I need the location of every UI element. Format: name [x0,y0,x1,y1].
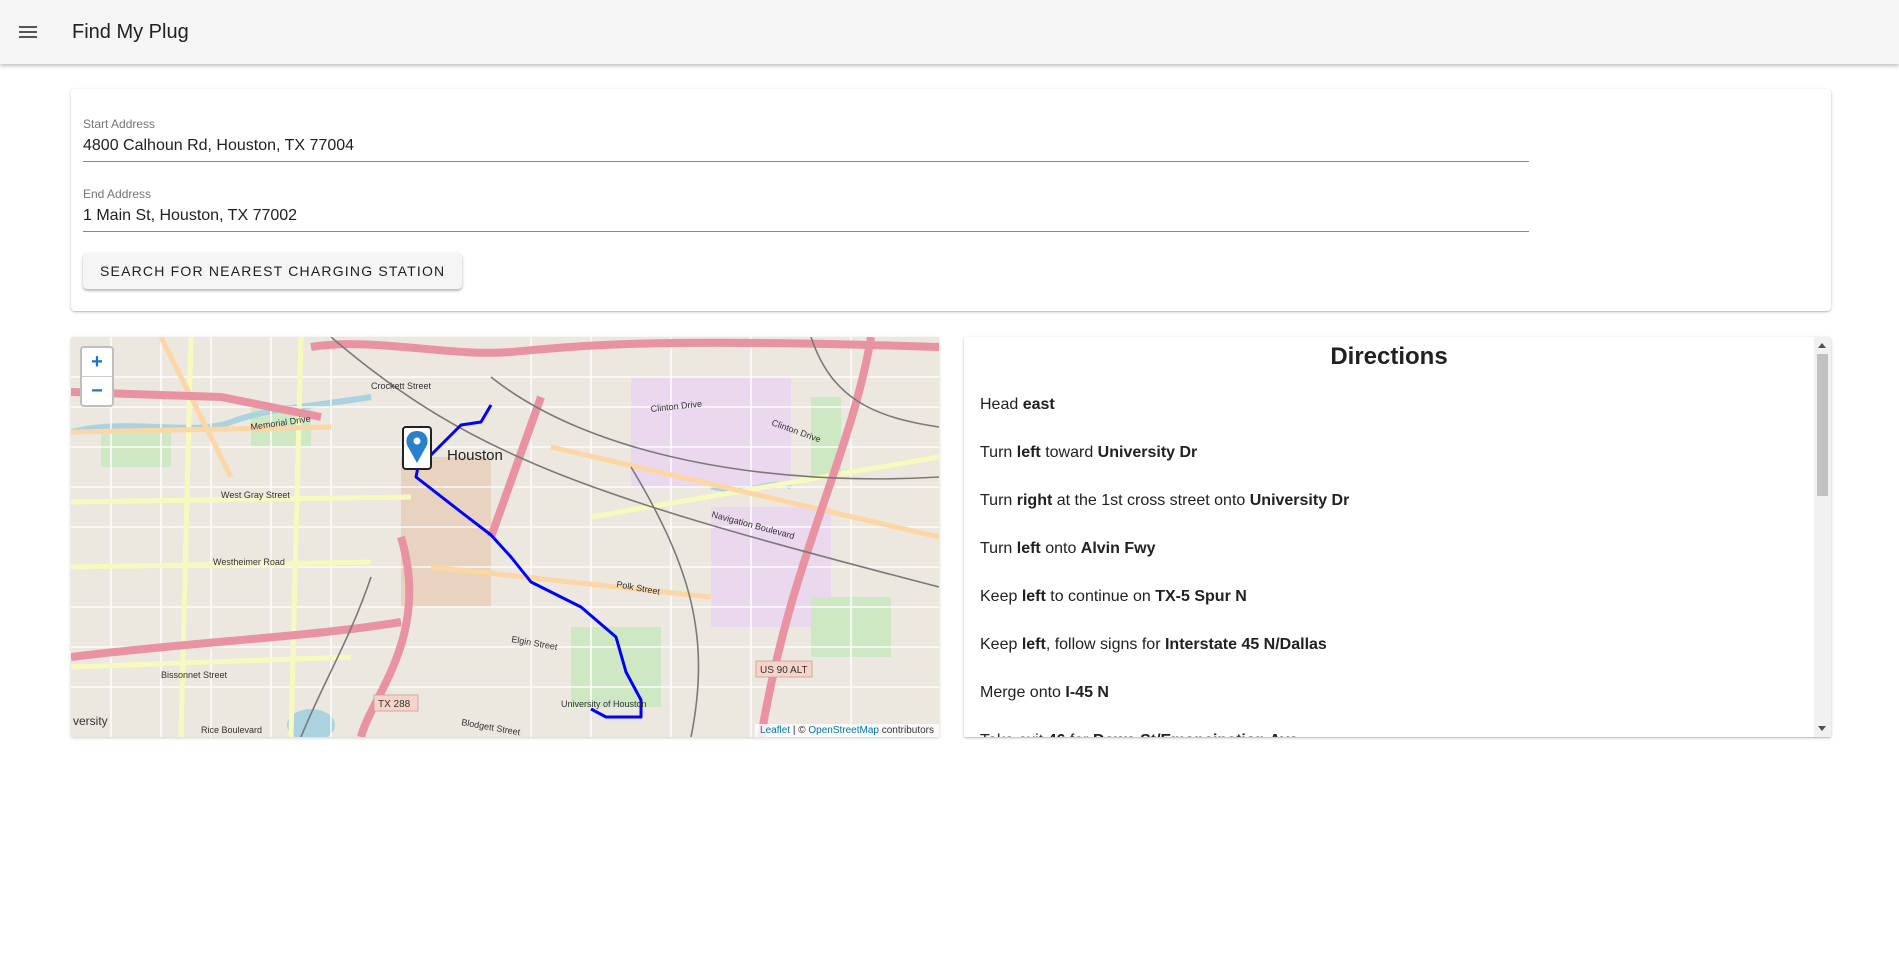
direction-step: Turn left toward University Dr [980,444,1800,492]
direction-step-text: Head [980,396,1023,413]
direction-step-text: Turn [980,444,1017,461]
direction-step-text: for [1065,732,1093,737]
openstreetmap-link[interactable]: OpenStreetMap [808,725,879,736]
direction-step-text: left [1016,540,1041,557]
route-map[interactable]: Crockett Street Memorial Drive West Gray… [71,337,939,737]
direction-step-text: Keep [980,636,1022,653]
direction-step-text: onto [1040,540,1081,557]
direction-step-text: Turn [980,492,1017,509]
direction-step-text: at the 1st cross street onto [1052,492,1250,509]
menu-button[interactable] [4,8,52,56]
directions-panel: Directions Head east Turn left toward Uni… [964,337,1831,737]
scroll-thumb[interactable] [1817,354,1828,496]
direction-step-text: toward [1040,444,1098,461]
direction-step-text: left [1021,588,1046,605]
location-marker-icon [402,426,432,470]
direction-step-text: TX-5 Spur N [1155,588,1247,605]
svg-text:West Gray Street: West Gray Street [221,490,290,500]
direction-step-text: east [1022,396,1055,413]
direction-step-text: Merge onto [980,684,1066,701]
directions-scrollbar[interactable] [1814,337,1831,737]
direction-step-text: left [1016,444,1041,461]
zoom-control: + − [80,346,114,407]
map-tiles: Crockett Street Memorial Drive West Gray… [71,337,939,737]
direction-step: Head east [980,396,1800,444]
direction-step-text: Turn [980,540,1017,557]
svg-text:versity: versity [73,714,108,728]
direction-step-text: , follow signs for [1045,636,1165,653]
search-charging-station-button[interactable]: SEARCH FOR NEAREST CHARGING STATION [83,253,463,289]
direction-step: Turn left onto Alvin Fwy [980,540,1800,588]
app-title: Find My Plug [72,20,189,43]
directions-list: Head east Turn left toward University Dr T… [980,396,1800,737]
zoom-out-button[interactable]: − [82,377,112,405]
svg-text:Westheimer Road: Westheimer Road [213,557,285,567]
direction-step-text: right [1016,492,1053,509]
direction-step: Merge onto I-45 N [980,684,1800,732]
svg-text:Crockett Street: Crockett Street [371,381,432,391]
direction-step-text: 46 [1048,732,1066,737]
start-address-field: Start Address [83,117,1529,162]
direction-step-text: I-45 N [1065,684,1109,701]
direction-step: Keep left, follow signs for Interstate 4… [980,636,1800,684]
direction-step-text: Keep [980,588,1022,605]
scroll-down-icon[interactable] [1818,726,1826,731]
end-address-input[interactable] [83,206,1529,232]
start-address-input[interactable] [83,136,1529,162]
direction-step-text: University Dr [1097,444,1198,461]
scroll-up-icon[interactable] [1818,343,1826,348]
map-attribution: Leaflet | © OpenStreetMap contributors [755,724,939,737]
end-address-field: End Address [83,187,1529,232]
route-form: Start Address End Address SEARCH FOR NEA… [71,89,1831,311]
direction-step: Keep left to continue on TX-5 Spur N [980,588,1800,636]
svg-text:University of Houston: University of Houston [561,699,647,709]
direction-step-text: Dowa St/Emancipation Ave [1093,732,1298,737]
menu-icon [19,26,37,38]
direction-step: Turn right at the 1st cross street onto … [980,492,1800,540]
start-address-label: Start Address [83,117,156,131]
svg-text:Houston: Houston [447,447,503,464]
direction-step-text: Interstate 45 N/Dallas [1164,636,1327,653]
svg-text:TX 288: TX 288 [378,699,411,710]
end-address-label: End Address [83,187,152,201]
direction-step-text: Take exit [980,732,1048,737]
direction-step-text: to continue on [1045,588,1156,605]
direction-step-text: Alvin Fwy [1080,540,1156,557]
svg-text:Rice Boulevard: Rice Boulevard [201,725,262,735]
zoom-in-button[interactable]: + [82,348,112,377]
direction-step-text: left [1021,636,1046,653]
leaflet-link[interactable]: Leaflet [760,725,790,736]
svg-text:Bissonnet Street: Bissonnet Street [161,670,228,680]
direction-step: Take exit 46 for Dowa St/Emancipation Av… [980,732,1800,737]
svg-text:US 90 ALT: US 90 ALT [760,665,808,676]
directions-title: Directions [1330,343,1448,370]
direction-step-text: University Dr [1249,492,1350,509]
app-bar: Find My Plug [0,0,1899,64]
